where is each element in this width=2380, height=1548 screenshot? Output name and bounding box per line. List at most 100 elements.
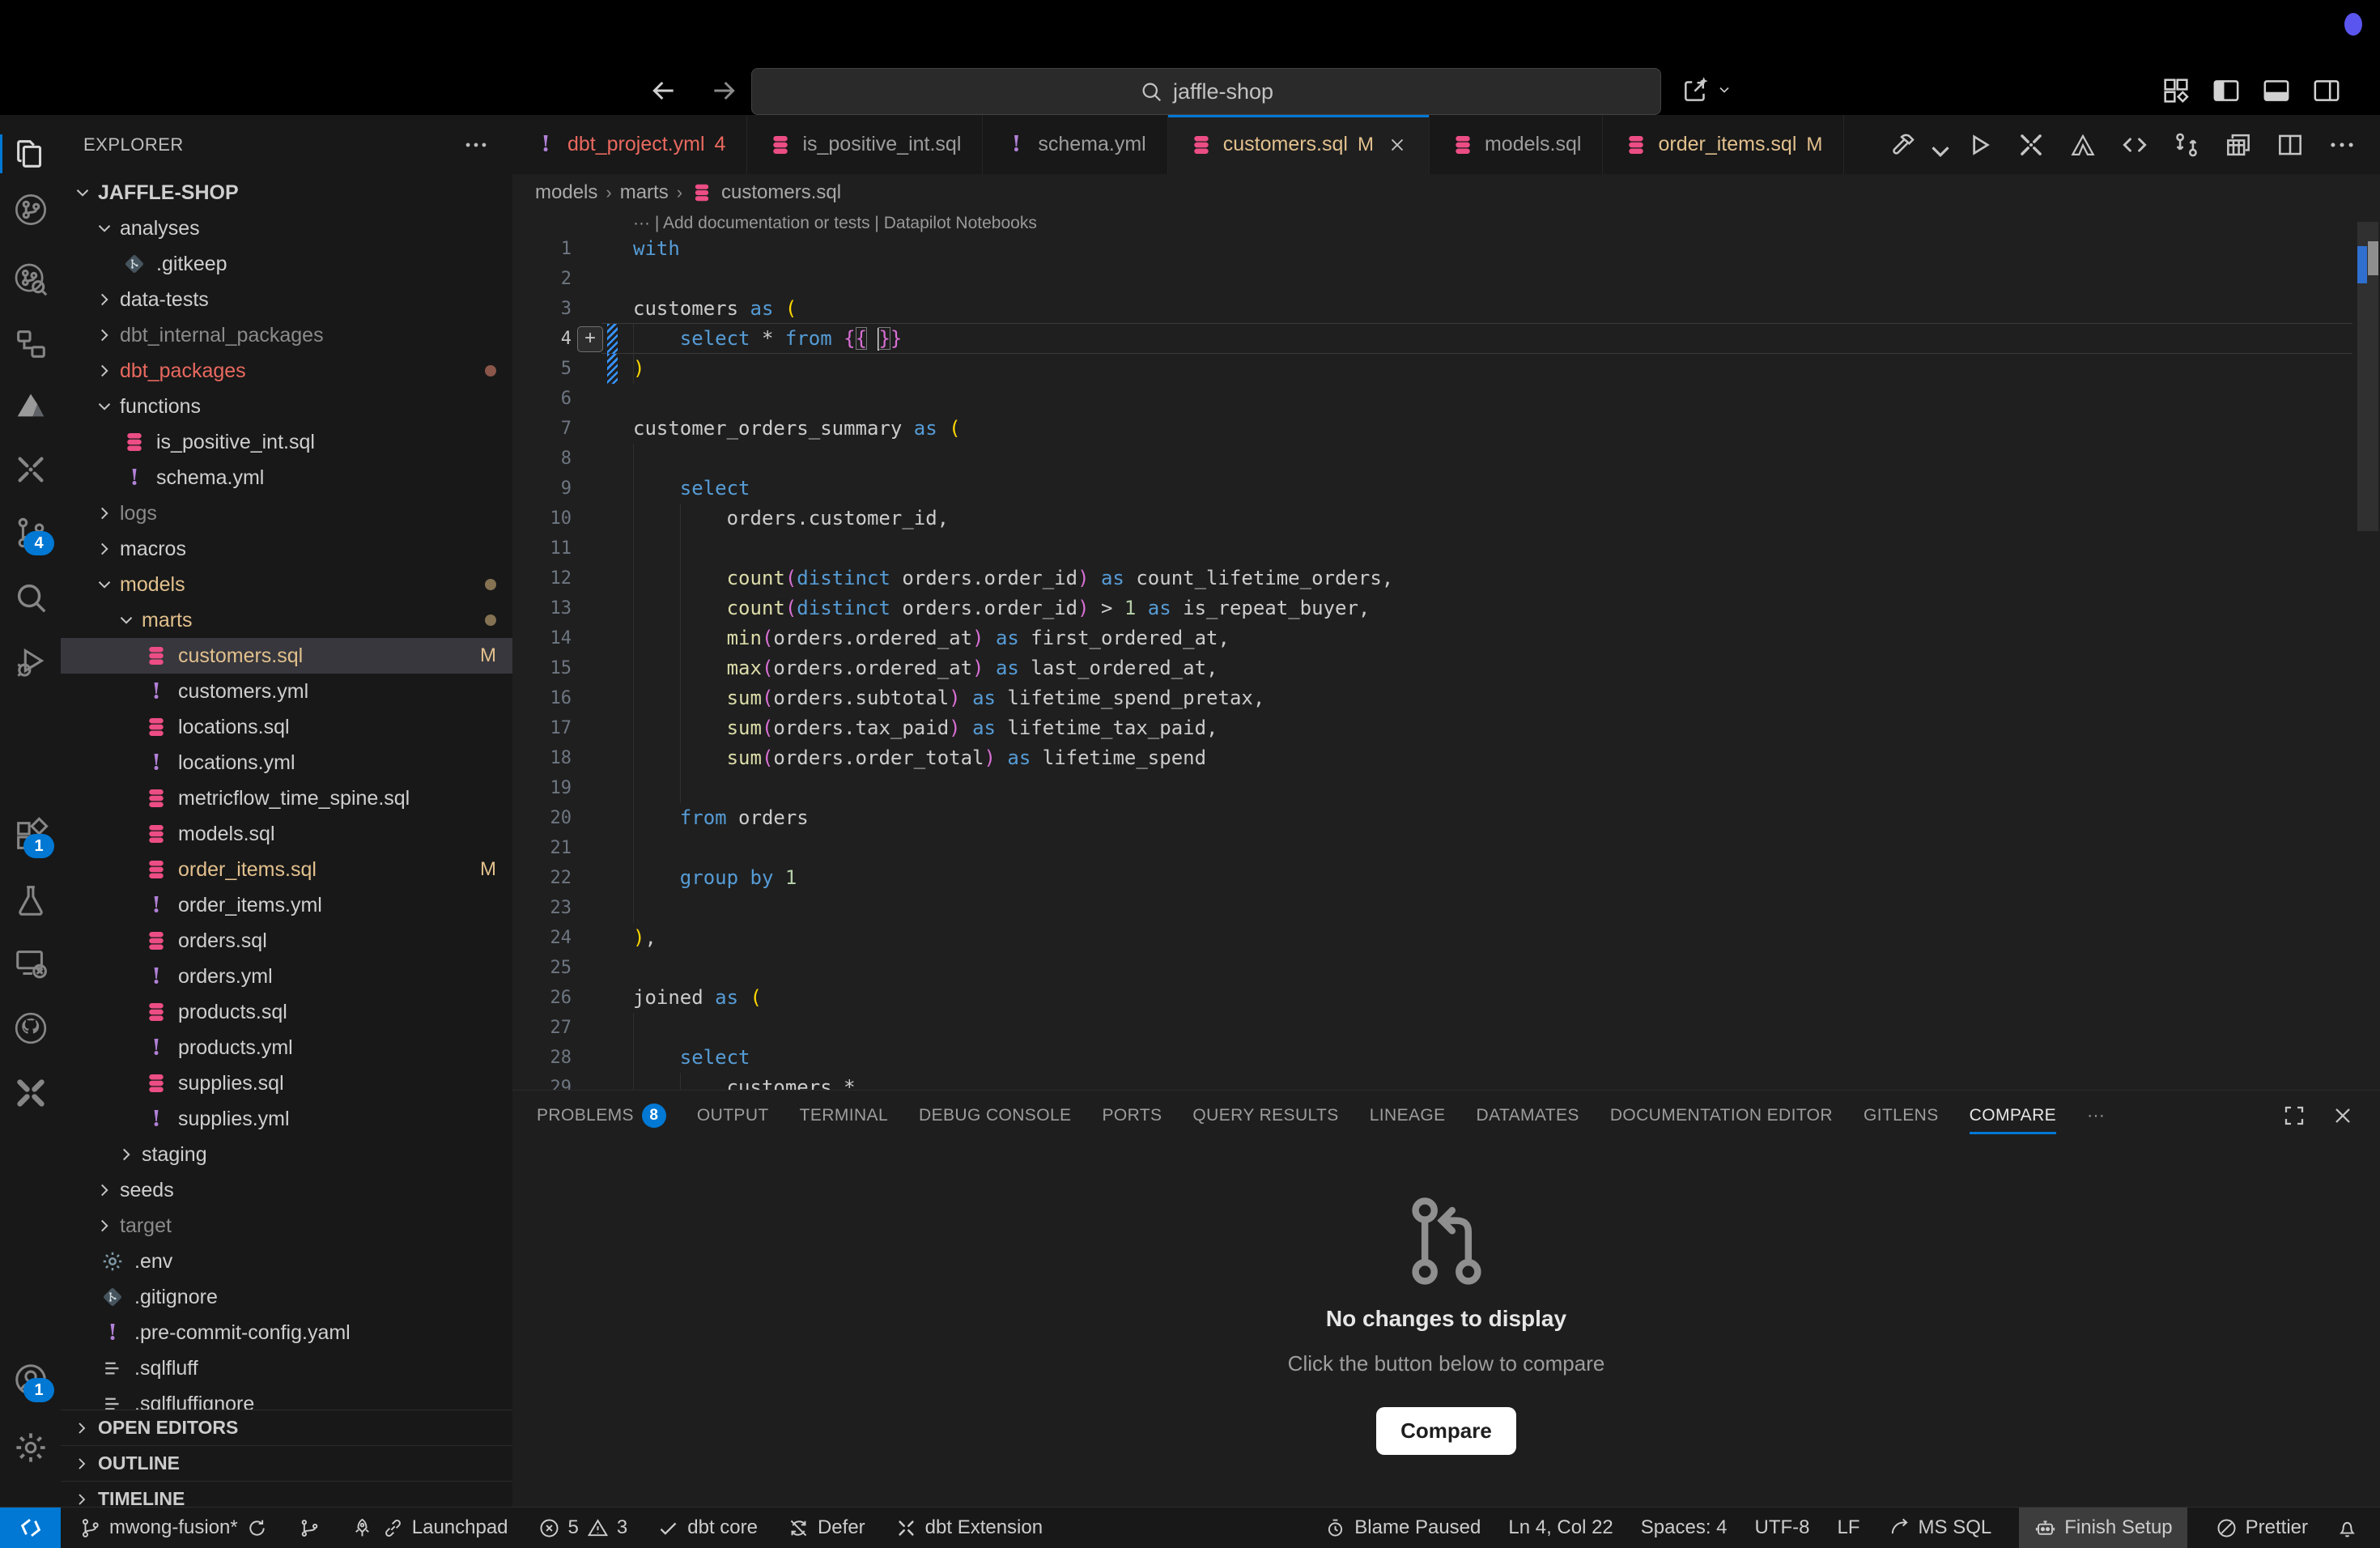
activity-item-datapilot[interactable]: [0, 1064, 61, 1122]
editor-tab-order-items-sql[interactable]: order_items.sqlM: [1603, 115, 1844, 174]
code-line-22[interactable]: 22 group by 1: [512, 863, 2380, 893]
share-button[interactable]: [1681, 74, 1732, 105]
forward-arrow-icon[interactable]: [708, 74, 740, 107]
close-icon[interactable]: [1387, 134, 1408, 155]
tree-item-logs[interactable]: logs: [61, 495, 512, 531]
panel-tab-documentation-editor[interactable]: DOCUMENTATION EDITOR: [1610, 1091, 1833, 1141]
activity-item-remote-explorer[interactable]: [0, 934, 61, 993]
status-item-cursor-position[interactable]: Ln 4, Col 22: [1508, 1508, 1613, 1548]
tree-item-orders-sql[interactable]: orders.sql: [61, 923, 512, 959]
panel-tab-lineage[interactable]: LINEAGE: [1370, 1091, 1446, 1141]
close-icon[interactable]: [2330, 1103, 2356, 1129]
editor-tab-dbt-project-yml[interactable]: !dbt_project.yml4: [512, 115, 747, 174]
code-line-13[interactable]: 13 count(distinct orders.order_id) > 1 a…: [512, 593, 2380, 623]
status-item-branch[interactable]: mwong-fusion*: [79, 1508, 269, 1548]
activity-item-accounts[interactable]: 1: [0, 1350, 61, 1409]
panel-tab-output[interactable]: OUTPUT: [697, 1091, 769, 1141]
code-line-5[interactable]: 5): [512, 354, 2380, 384]
editor-tab-models-sql[interactable]: models.sql: [1430, 115, 1604, 174]
status-item-finish-setup[interactable]: Finish Setup: [2019, 1508, 2187, 1548]
code-line-7[interactable]: 7customer_orders_summary as (: [512, 414, 2380, 444]
code-line-3[interactable]: 3customers as (: [512, 294, 2380, 324]
maximize-panel-icon[interactable]: [2281, 1103, 2307, 1129]
editor-tab-is-positive-int-sql[interactable]: is_positive_int.sql: [747, 115, 983, 174]
split-editor-icon[interactable]: [2275, 130, 2306, 160]
tree-item-locations-sql[interactable]: locations.sql: [61, 709, 512, 745]
code-line-6[interactable]: 6: [512, 384, 2380, 414]
compile-code-icon[interactable]: [2119, 130, 2150, 160]
status-item-dbt-core[interactable]: dbt core: [657, 1508, 758, 1548]
status-item-pipeline[interactable]: [298, 1508, 321, 1548]
run-icon[interactable]: [1964, 130, 1995, 160]
editor-tab-schema-yml[interactable]: !schema.yml: [983, 115, 1167, 174]
code-line-12[interactable]: 12 count(distinct orders.order_id) as co…: [512, 563, 2380, 593]
code-line-25[interactable]: 25: [512, 953, 2380, 983]
tree-item-customers-sql[interactable]: customers.sqlM: [61, 638, 512, 674]
breadcrumb-item[interactable]: marts: [620, 181, 669, 204]
tree-item-order-items-yml[interactable]: !order_items.yml: [61, 887, 512, 923]
tree-item-schema-yml[interactable]: !schema.yml: [61, 460, 512, 495]
toggle-panel-icon[interactable]: [2260, 74, 2293, 107]
tree-item-metricflow-time-spine-sql[interactable]: metricflow_time_spine.sql: [61, 780, 512, 816]
breadcrumb-item[interactable]: models: [535, 181, 597, 204]
tree-item-staging[interactable]: staging: [61, 1137, 512, 1172]
tree-item-orders-yml[interactable]: !orders.yml: [61, 959, 512, 994]
activity-item-source-control-graph[interactable]: [0, 181, 61, 239]
chevron-down-icon[interactable]: [1925, 136, 1943, 154]
tree-item-supplies-yml[interactable]: !supplies.yml: [61, 1101, 512, 1137]
code-line-24[interactable]: 24),: [512, 923, 2380, 953]
status-item-notifications[interactable]: [2335, 1508, 2359, 1548]
dbt-power-user-icon[interactable]: [2016, 130, 2046, 160]
status-item-prettier[interactable]: Prettier: [2215, 1508, 2308, 1548]
activity-item-source-control[interactable]: 4: [0, 504, 61, 562]
code-line-28[interactable]: 28 select: [512, 1043, 2380, 1073]
tree-item-locations-yml[interactable]: !locations.yml: [61, 745, 512, 780]
tree-item-dbt-packages[interactable]: dbt_packages: [61, 353, 512, 389]
code-line-20[interactable]: 20 from orders: [512, 803, 2380, 833]
code-line-10[interactable]: 10 orders.customer_id,: [512, 504, 2380, 534]
customize-layout-icon[interactable]: [2160, 74, 2192, 107]
tree-item-analyses[interactable]: analyses: [61, 211, 512, 246]
activity-item-source-control-search[interactable]: [0, 250, 61, 308]
code-line-26[interactable]: 26joined as (: [512, 983, 2380, 1013]
status-item-defer[interactable]: Defer: [787, 1508, 865, 1548]
section-header-timeline[interactable]: TIMELINE: [61, 1481, 512, 1508]
panel-tab-ports[interactable]: PORTS: [1102, 1091, 1162, 1141]
activity-item-settings[interactable]: [0, 1418, 61, 1477]
tree-item-supplies-sql[interactable]: supplies.sql: [61, 1065, 512, 1101]
build-hammer-icon[interactable]: [1888, 130, 1919, 160]
tree-item-marts[interactable]: marts: [61, 602, 512, 638]
tree-item-customers-yml[interactable]: !customers.yml: [61, 674, 512, 709]
code-line-17[interactable]: 17 sum(orders.tax_paid) as lifetime_tax_…: [512, 713, 2380, 743]
tree-item-target[interactable]: target: [61, 1208, 512, 1244]
activity-item-testing[interactable]: [0, 871, 61, 929]
breadcrumb[interactable]: models›marts›customers.sql: [512, 174, 2380, 211]
section-header-open-editors[interactable]: OPEN EDITORS: [61, 1410, 512, 1445]
activity-item-run-and-debug[interactable]: [0, 633, 61, 691]
editor-tab-customers-sql[interactable]: customers.sqlM: [1168, 115, 1430, 174]
panel-tab--[interactable]: ···: [2087, 1091, 2105, 1141]
code-line-14[interactable]: 14 min(orders.ordered_at) as first_order…: [512, 623, 2380, 653]
status-item-language-mode[interactable]: MS SQL: [1888, 1508, 1992, 1548]
more-actions-icon[interactable]: [2327, 130, 2357, 160]
activity-item-schema-viewer[interactable]: [0, 315, 61, 373]
code-line-11[interactable]: 11: [512, 534, 2380, 563]
tree-item-products-sql[interactable]: products.sql: [61, 994, 512, 1030]
code-line-23[interactable]: 23: [512, 893, 2380, 923]
tree-item--pre-commit-config-yaml[interactable]: !.pre-commit-config.yaml: [61, 1315, 512, 1350]
code-line-15[interactable]: 15 max(orders.ordered_at) as last_ordere…: [512, 653, 2380, 683]
codelens-actions[interactable]: ··· | Add documentation or tests | Datap…: [633, 214, 1037, 233]
panel-tab-debug-console[interactable]: DEBUG CONSOLE: [919, 1091, 1071, 1141]
code-line-27[interactable]: 27: [512, 1013, 2380, 1043]
tree-item-jaffle-shop[interactable]: JAFFLE-SHOP: [61, 175, 512, 211]
activity-item-explorer[interactable]: [0, 125, 61, 183]
toggle-primary-sidebar-icon[interactable]: [2210, 74, 2242, 107]
panel-tab-problems[interactable]: PROBLEMS8: [537, 1091, 666, 1141]
status-item-eol[interactable]: LF: [1838, 1508, 1860, 1548]
tree-item--gitkeep[interactable]: .gitkeep: [61, 246, 512, 282]
code-line-8[interactable]: 8: [512, 444, 2380, 474]
toggle-secondary-sidebar-icon[interactable]: [2310, 74, 2343, 107]
activity-item-github[interactable]: [0, 999, 61, 1057]
tree-item-is-positive-int-sql[interactable]: is_positive_int.sql: [61, 424, 512, 460]
tree-item-order-items-sql[interactable]: order_items.sqlM: [61, 852, 512, 887]
